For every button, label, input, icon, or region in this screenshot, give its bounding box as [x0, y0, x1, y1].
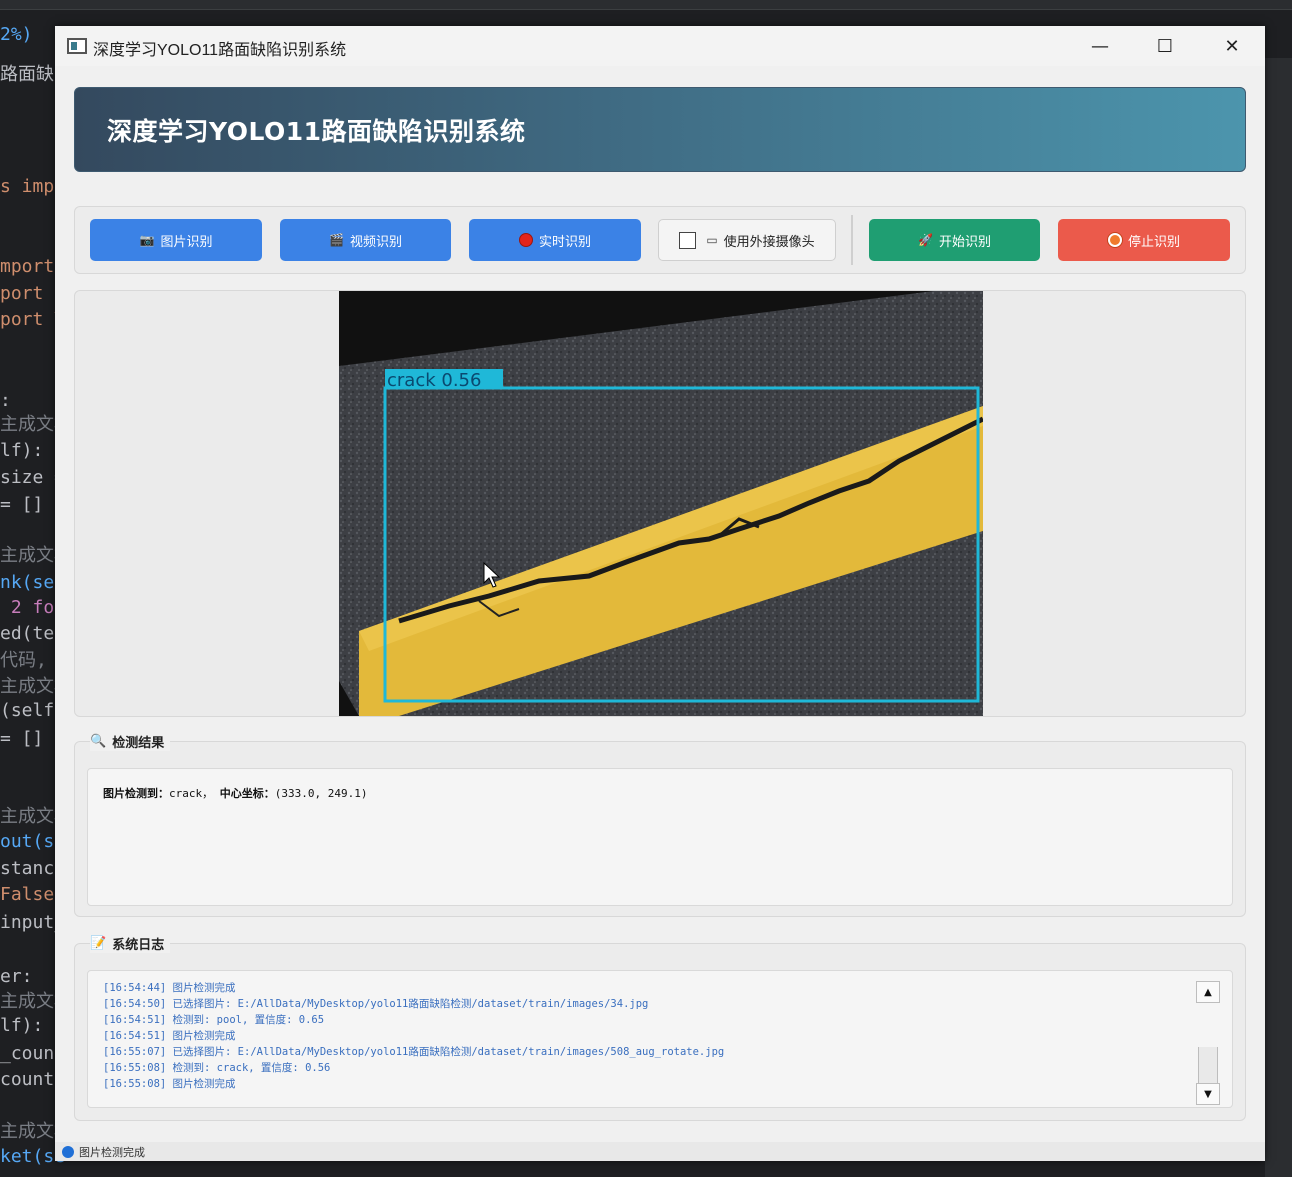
image-display-panel: crack 0.56	[74, 290, 1246, 717]
log-line: [16:54:51] 图片检测完成	[103, 1030, 236, 1042]
image-detect-label: 图片识别	[160, 234, 213, 250]
scroll-down-button[interactable]: ▼	[1196, 1083, 1220, 1105]
log-line: [16:55:07] 已选择图片: E:/AllData/MyDesktop/y…	[103, 1046, 725, 1058]
log-lines: [16:54:44] 图片检测完成 [16:54:50] 已选择图片: E:/Al…	[103, 980, 724, 1092]
code-line: 代码,	[0, 650, 47, 671]
start-detect-button[interactable]: 🚀 开始识别	[869, 219, 1040, 261]
status-bar: 图片检测完成	[55, 1142, 1265, 1161]
code-line: er:	[0, 966, 33, 987]
app-window: 深度学习YOLO11路面缺陷识别系统 — ☐ ✕ 深度学习YOLO11路面缺陷识…	[55, 26, 1265, 1161]
bbox-label: crack 0.56	[387, 370, 481, 391]
log-line: [16:55:08] 检测到: crack, 置信度: 0.56	[103, 1062, 331, 1074]
results-group-title: 🔍 检测结果	[90, 732, 171, 751]
log-line: [16:54:51] 检测到: pool, 置信度: 0.65	[103, 1014, 325, 1026]
log-line: [16:55:08] 图片检测完成	[103, 1078, 236, 1090]
status-dot-icon	[62, 1145, 74, 1158]
code-line: False	[0, 884, 55, 905]
editor-topbar	[0, 0, 1292, 10]
result-center-value: (333.0, 249.1)	[274, 787, 368, 800]
memo-icon: 📝	[90, 936, 107, 951]
maximize-button[interactable]: ☐	[1142, 26, 1188, 66]
checkbox-box[interactable]	[679, 231, 697, 249]
app-window-icon	[67, 38, 87, 54]
close-button[interactable]: ✕	[1209, 26, 1255, 66]
magnifier-icon: 🔍	[90, 734, 107, 749]
result-line: 图片检测到：crack， 中心坐标：(333.0, 249.1)	[103, 785, 367, 801]
toolbar: 📷 图片识别 🎬 视频识别 实时识别 ▭ 使用外接摄像头 🚀 开始识别 停止识别	[74, 206, 1246, 274]
realtime-detect-label: 实时识别	[538, 234, 591, 250]
log-text-area[interactable]: [16:54:44] 图片检测完成 [16:54:50] 已选择图片: E:/Al…	[87, 970, 1233, 1108]
result-class: crack，	[169, 787, 214, 800]
code-line: lf):	[0, 1015, 44, 1036]
stop-detect-button[interactable]: 停止识别	[1058, 219, 1230, 261]
code-line: mport	[0, 256, 55, 277]
editor-right-gutter	[1265, 58, 1292, 1177]
status-text: 图片检测完成	[79, 1145, 145, 1159]
log-group-title: 📝 系统日志	[90, 934, 171, 953]
stop-circle-icon	[1107, 233, 1122, 247]
video-detect-label: 视频识别	[349, 234, 402, 250]
code-line: nk(se	[0, 572, 55, 593]
minimize-button[interactable]: —	[1077, 26, 1123, 66]
stop-detect-label: 停止识别	[1127, 234, 1180, 250]
clapperboard-icon: 🎬	[329, 233, 344, 247]
title-bar: 深度学习YOLO11路面缺陷识别系统 — ☐ ✕	[55, 26, 1265, 66]
external-camera-checkbox[interactable]: ▭ 使用外接摄像头	[658, 219, 836, 261]
code-line: lf):	[0, 440, 44, 461]
log-title-label: 系统日志	[112, 938, 165, 953]
code-line: = []	[0, 728, 44, 749]
external-camera-label: 使用外接摄像头	[723, 234, 815, 250]
camera-icon: 📷	[139, 233, 155, 247]
video-detect-button[interactable]: 🎬 视频识别	[280, 219, 451, 261]
road-crack-image: crack 0.56	[339, 291, 985, 716]
code-line: 2%)	[0, 24, 33, 45]
scroll-thumb[interactable]	[1198, 1047, 1218, 1083]
code-line: count	[0, 1069, 55, 1090]
image-detect-button[interactable]: 📷 图片识别	[90, 219, 262, 261]
detection-image: crack 0.56	[339, 291, 985, 716]
start-detect-label: 开始识别	[938, 234, 991, 250]
code-line: = []	[0, 494, 44, 515]
results-text-area[interactable]: 图片检测到：crack， 中心坐标：(333.0, 249.1)	[87, 768, 1233, 906]
page-title: 深度学习YOLO11路面缺陷识别系统	[107, 116, 526, 146]
result-center-label: 中心坐标：	[219, 787, 275, 800]
header-banner: 深度学习YOLO11路面缺陷识别系统	[74, 87, 1246, 172]
rocket-icon: 🚀	[918, 233, 933, 247]
toolbar-divider	[851, 215, 853, 265]
realtime-detect-button[interactable]: 实时识别	[469, 219, 641, 261]
result-prefix: 图片检测到：	[103, 787, 169, 800]
window-title: 深度学习YOLO11路面缺陷识别系统	[93, 42, 347, 59]
log-line: [16:54:50] 已选择图片: E:/AllData/MyDesktop/y…	[103, 998, 649, 1010]
log-line: [16:54:44] 图片检测完成	[103, 982, 236, 994]
results-title-label: 检测结果	[112, 736, 165, 751]
record-dot-icon	[518, 233, 533, 247]
code-line: :	[0, 390, 11, 411]
scroll-up-button[interactable]: ▲	[1196, 981, 1220, 1003]
webcam-icon: ▭	[706, 233, 718, 247]
log-scrollbar[interactable]: ▲ ▼	[1196, 981, 1222, 1105]
